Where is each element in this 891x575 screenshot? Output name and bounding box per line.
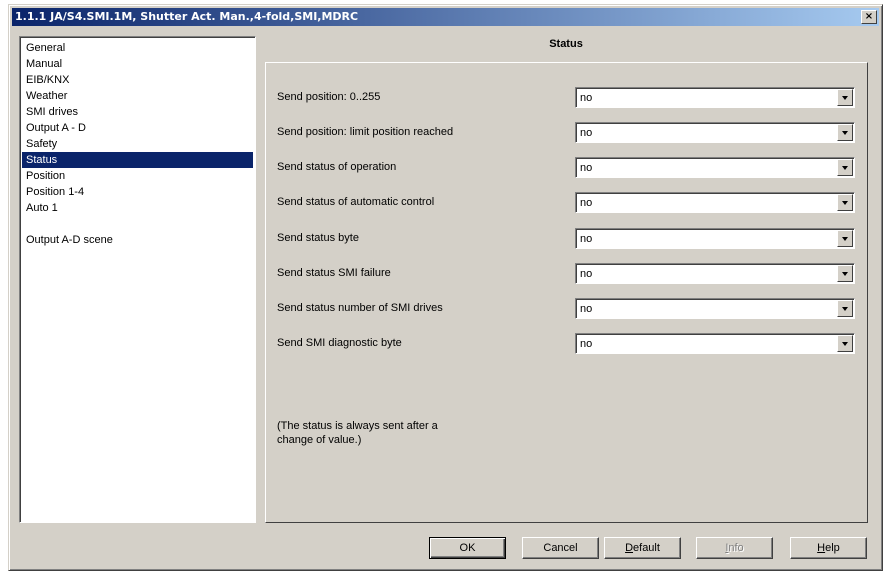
send-status-smi-failure-select[interactable]: no <box>575 263 855 284</box>
sidebar-item-smi-drives[interactable]: SMI drives <box>22 104 253 120</box>
select-value: no <box>580 92 593 104</box>
send-status-smi-drives-select[interactable]: no <box>575 298 855 319</box>
status-note-line1: (The status is always sent after a <box>277 420 438 432</box>
cancel-button[interactable]: Cancel <box>522 537 599 559</box>
title-bar[interactable]: 1.1.1 JA/S4.SMI.1M, Shutter Act. Man.,4-… <box>12 8 879 26</box>
close-button[interactable]: × <box>861 10 877 24</box>
parameter-label: Send SMI diagnostic byte <box>277 337 402 349</box>
default-button[interactable]: Default <box>604 537 681 559</box>
parameter-row: Send status of automatic control no <box>275 192 855 213</box>
send-status-automatic-select[interactable]: no <box>575 192 855 213</box>
sidebar-item-auto-1[interactable]: Auto 1 <box>22 200 253 216</box>
dropdown-arrow-icon[interactable] <box>837 230 853 247</box>
parameter-label: Send position: 0..255 <box>277 91 381 103</box>
page-title: Status <box>549 38 583 50</box>
default-accelerator: D <box>625 542 634 554</box>
status-note-line2: change of value.) <box>277 434 362 446</box>
window-title: 1.1.1 JA/S4.SMI.1M, Shutter Act. Man.,4-… <box>15 10 359 23</box>
select-value: no <box>580 338 593 350</box>
sidebar-item-position[interactable]: Position <box>22 168 253 184</box>
parameter-row: Send position: limit position reached no <box>275 122 855 143</box>
help-button[interactable]: Help <box>790 537 867 559</box>
sidebar-item-general[interactable]: General <box>22 40 253 56</box>
parameter-label: Send status byte <box>277 232 359 244</box>
sidebar-item-manual[interactable]: Manual <box>22 56 253 72</box>
send-limit-position-select[interactable]: no <box>575 122 855 143</box>
select-value: no <box>580 268 593 280</box>
category-list[interactable]: General Manual EIB/KNX Weather SMI drive… <box>19 36 256 523</box>
send-status-operation-select[interactable]: no <box>575 157 855 178</box>
parameter-row: Send SMI diagnostic byte no <box>275 333 855 354</box>
dropdown-arrow-icon[interactable] <box>837 89 853 106</box>
select-value: no <box>580 233 593 245</box>
sidebar-spacer <box>22 216 253 232</box>
sidebar-item-output-a-d[interactable]: Output A - D <box>22 120 253 136</box>
select-value: no <box>580 127 593 139</box>
parameter-label: Send status number of SMI drives <box>277 302 443 314</box>
dropdown-arrow-icon[interactable] <box>837 335 853 352</box>
select-value: no <box>580 303 593 315</box>
ok-button[interactable]: OK <box>429 537 506 559</box>
dropdown-arrow-icon[interactable] <box>837 124 853 141</box>
select-value: no <box>580 197 593 209</box>
parameter-row: Send status number of SMI drives no <box>275 298 855 319</box>
parameter-label: Send status SMI failure <box>277 267 391 279</box>
status-note: (The status is always sent after a chang… <box>277 419 497 447</box>
dropdown-arrow-icon[interactable] <box>837 194 853 211</box>
sidebar-item-eib-knx[interactable]: EIB/KNX <box>22 72 253 88</box>
dropdown-arrow-icon[interactable] <box>837 300 853 317</box>
parameter-label: Send status of operation <box>277 161 397 173</box>
info-button: Info <box>696 537 773 559</box>
dropdown-arrow-icon[interactable] <box>837 265 853 282</box>
parameter-row: Send status SMI failure no <box>275 263 855 284</box>
sidebar-item-weather[interactable]: Weather <box>22 88 253 104</box>
parameter-label: Send status of automatic control <box>277 196 435 208</box>
dropdown-arrow-icon[interactable] <box>837 159 853 176</box>
select-value: no <box>580 162 593 174</box>
close-icon: × <box>864 11 874 22</box>
help-accelerator: H <box>817 542 826 554</box>
parameter-row: Send position: 0..255 no <box>275 87 855 108</box>
parameter-row: Send status of operation no <box>275 157 855 178</box>
send-smi-diagnostic-select[interactable]: no <box>575 333 855 354</box>
sidebar-item-position-1-4[interactable]: Position 1-4 <box>22 184 253 200</box>
send-position-select[interactable]: no <box>575 87 855 108</box>
sidebar-item-output-a-d-scene[interactable]: Output A-D scene <box>22 232 253 248</box>
sidebar-item-safety[interactable]: Safety <box>22 136 253 152</box>
sidebar-item-status[interactable]: Status <box>22 152 253 168</box>
parameter-label: Send position: limit position reached <box>277 126 454 138</box>
parameter-row: Send status byte no <box>275 228 855 249</box>
send-status-byte-select[interactable]: no <box>575 228 855 249</box>
